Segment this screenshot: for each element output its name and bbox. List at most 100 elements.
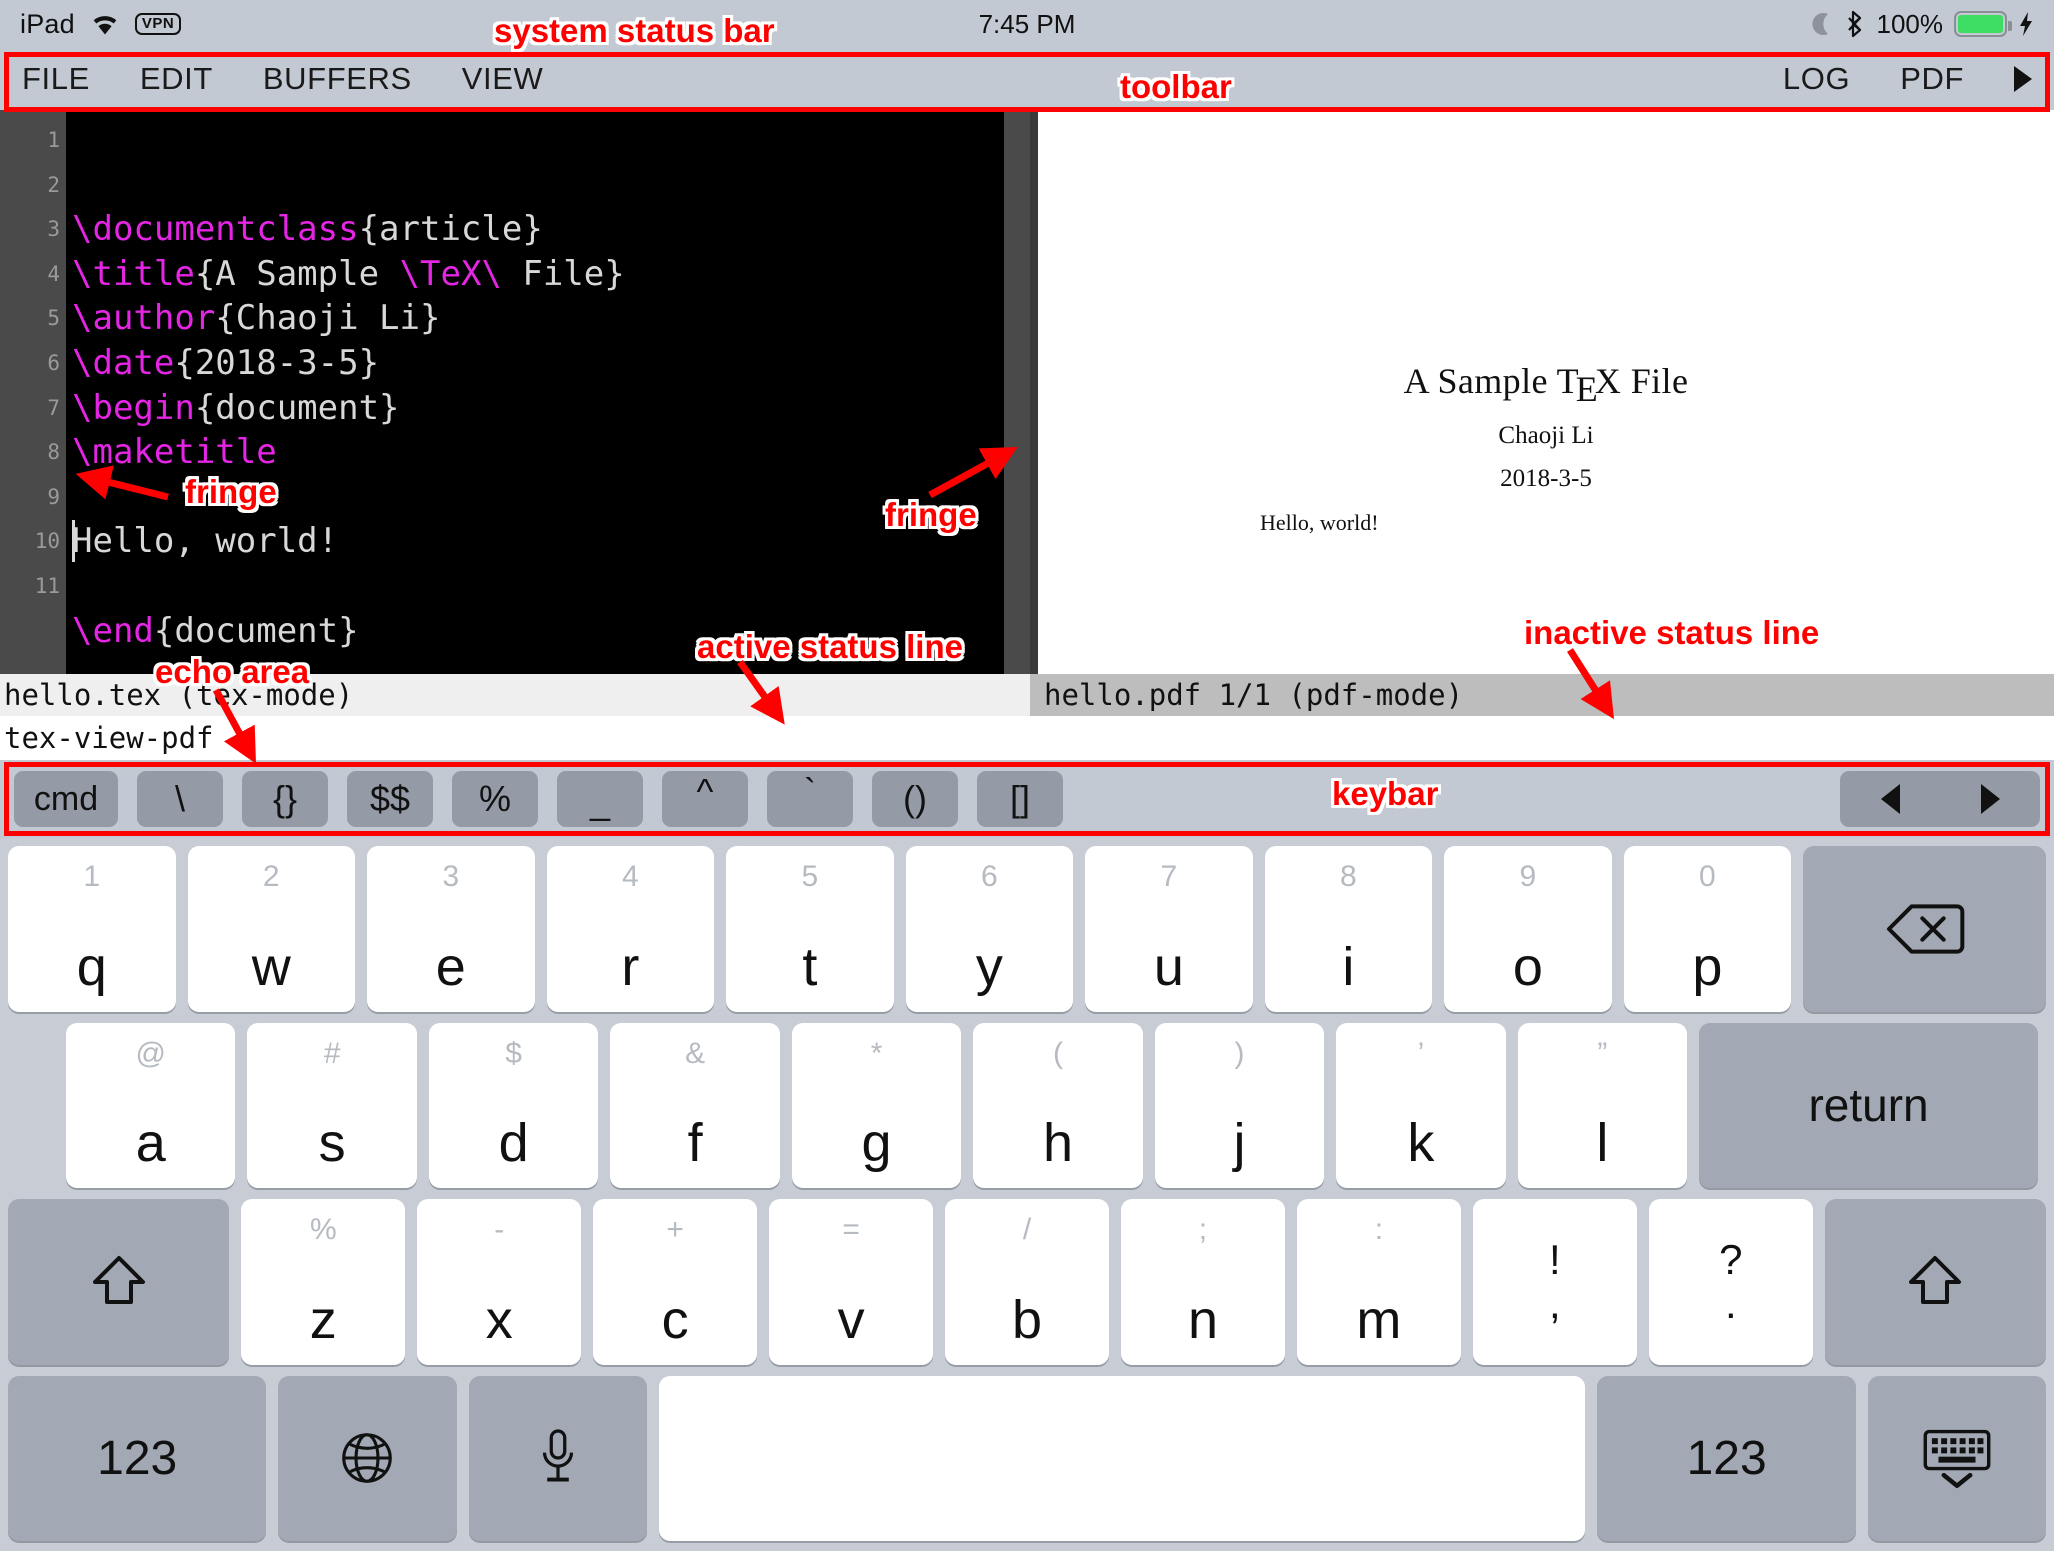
- key-alt-label: %: [309, 1213, 337, 1246]
- code-line[interactable]: [72, 475, 1004, 520]
- key-t[interactable]: 5t: [726, 846, 894, 1012]
- key-a[interactable]: @ a: [66, 1022, 236, 1188]
- battery-icon: [1954, 11, 2012, 37]
- tex-command: \date: [72, 342, 175, 383]
- key-o[interactable]: 9o: [1444, 846, 1612, 1012]
- key-punct-top: !: [1549, 1235, 1561, 1283]
- keybar-key-cmd[interactable]: cmd: [14, 771, 118, 827]
- tex-text: {2018-3-5}: [174, 342, 380, 383]
- line-number: 7: [47, 395, 60, 420]
- key-l[interactable]: ” l: [1517, 1022, 1688, 1188]
- toolbar-item-file[interactable]: FILE: [22, 61, 90, 97]
- key-g[interactable]: * g: [791, 1022, 962, 1188]
- arrow-left-icon[interactable]: [1880, 784, 1900, 814]
- key-numbers-right[interactable]: 123: [1597, 1375, 1856, 1541]
- keybar-key-percent[interactable]: %: [452, 771, 538, 827]
- code-line[interactable]: \maketitle: [72, 430, 1004, 475]
- pdf-title-prefix: A Sample T: [1403, 361, 1579, 401]
- key-s[interactable]: # s: [247, 1022, 417, 1188]
- key-x[interactable]: -x: [417, 1199, 582, 1365]
- key-main-label: u: [1153, 936, 1184, 997]
- toolbar-item-log[interactable]: LOG: [1783, 61, 1850, 97]
- key-i[interactable]: 8i: [1264, 846, 1433, 1012]
- key-q[interactable]: 1q: [8, 846, 176, 1012]
- key-f[interactable]: & f: [610, 1022, 780, 1188]
- tex-editor-pane[interactable]: 1 2 3 4 5 6 7 8 9 10 11 \documentclass{article} \ti…: [0, 110, 1030, 674]
- toolbar-item-pdf[interactable]: PDF: [1900, 61, 1964, 97]
- toolbar-item-view[interactable]: VIEW: [462, 61, 544, 97]
- bluetooth-icon: [1846, 10, 1866, 38]
- keybar-key-math[interactable]: $$: [347, 771, 433, 827]
- code-line[interactable]: Hello, world!: [72, 519, 1004, 564]
- shift-icon[interactable]: [8, 1199, 230, 1365]
- key-h[interactable]: (h: [973, 1022, 1143, 1188]
- echo-area[interactable]: tex-view-pdf: [0, 716, 2054, 760]
- keyboard-dismiss-icon[interactable]: [1867, 1375, 2047, 1541]
- key-numbers-left[interactable]: 123: [8, 1375, 267, 1541]
- key-e[interactable]: 3e: [367, 846, 535, 1012]
- tex-command: \author: [72, 298, 216, 339]
- tex-command: \TeX\: [399, 253, 502, 294]
- key-main-label: h: [1042, 1113, 1074, 1173]
- pdf-preview-pane[interactable]: A Sample TEX File Chaoji Li 2018-3-5 Hel…: [1038, 110, 2054, 674]
- code-line[interactable]: [72, 564, 1004, 609]
- key-z[interactable]: % z: [241, 1199, 406, 1365]
- microphone-icon[interactable]: [468, 1375, 647, 1541]
- key-r[interactable]: 4r: [546, 846, 715, 1012]
- key-alt-label: 7: [1160, 860, 1178, 893]
- key-d[interactable]: $ d: [428, 1022, 599, 1188]
- key-main-label: z: [309, 1289, 337, 1350]
- code-line[interactable]: \begin{document}: [72, 386, 1004, 431]
- pdf-date: 2018-3-5: [1500, 465, 1592, 492]
- key-punct-bottom: .: [1724, 1279, 1737, 1327]
- key-n[interactable]: ; n: [1121, 1199, 1285, 1365]
- key-b[interactable]: / b: [945, 1199, 1109, 1365]
- key-alt-label: @: [135, 1036, 166, 1070]
- key-w[interactable]: 2w: [187, 846, 356, 1012]
- key-punct-bottom: ,: [1549, 1279, 1561, 1327]
- key-alt-label: /: [1022, 1213, 1032, 1246]
- code-line[interactable]: \date{2018-3-5}: [72, 341, 1004, 386]
- key-p[interactable]: 0p: [1623, 846, 1792, 1012]
- active-status-line[interactable]: hello.tex (tex-mode): [0, 674, 1030, 716]
- code-line[interactable]: \end{document}: [72, 609, 1004, 654]
- key-punct-2[interactable]: ?.: [1648, 1199, 1813, 1365]
- keybar-key-caret[interactable]: ^: [662, 771, 748, 827]
- tex-code-area[interactable]: \documentclass{article} \title{A Sample \…: [66, 110, 1004, 674]
- globe-icon[interactable]: [278, 1375, 457, 1541]
- play-triangle-icon[interactable]: [2014, 66, 2032, 92]
- backspace-icon[interactable]: [1803, 846, 2047, 1012]
- key-punct-1[interactable]: !,: [1472, 1199, 1637, 1365]
- arrow-right-icon[interactable]: [1980, 784, 2000, 814]
- key-c[interactable]: + c: [593, 1199, 758, 1365]
- key-j[interactable]: ) j: [1154, 1022, 1325, 1188]
- keybar-key-braces[interactable]: {}: [242, 771, 328, 827]
- shift-icon[interactable]: [1824, 1199, 2047, 1365]
- toolbar-item-edit[interactable]: EDIT: [140, 61, 213, 97]
- key-v[interactable]: = v: [769, 1199, 934, 1365]
- toolbar-item-buffers[interactable]: BUFFERS: [263, 61, 412, 97]
- key-k[interactable]: ’ k: [1336, 1022, 1506, 1188]
- key-alt-label: *: [870, 1036, 883, 1070]
- keybar-key-brackets[interactable]: []: [977, 771, 1063, 827]
- key-alt-label: 6: [980, 860, 998, 893]
- code-line[interactable]: \title{A Sample \TeX\ File}: [72, 252, 1004, 297]
- keybar-key-backtick[interactable]: `: [767, 771, 853, 827]
- pdf-title-e: E: [1575, 368, 1599, 409]
- moon-icon: [1811, 11, 1835, 37]
- code-line[interactable]: [72, 653, 1004, 674]
- keybar-key-backslash[interactable]: \: [137, 771, 223, 827]
- code-line[interactable]: \documentclass{article}: [72, 207, 1004, 252]
- key-m[interactable]: :m: [1296, 1199, 1461, 1365]
- line-number: 9: [47, 484, 60, 509]
- key-alt-label: 1: [83, 860, 101, 893]
- return-key[interactable]: return: [1699, 1022, 2038, 1188]
- key-u[interactable]: 7u: [1085, 846, 1253, 1012]
- code-line[interactable]: \author{Chaoji Li}: [72, 296, 1004, 341]
- keybar-key-underscore[interactable]: _: [557, 771, 643, 827]
- inactive-status-line[interactable]: hello.pdf 1/1 (pdf-mode): [1030, 674, 2054, 716]
- keybar-key-parens[interactable]: (): [872, 771, 958, 827]
- key-y[interactable]: 6y: [905, 846, 1074, 1012]
- key-alt-label: 4: [621, 860, 639, 893]
- space-bar[interactable]: [658, 1375, 1586, 1541]
